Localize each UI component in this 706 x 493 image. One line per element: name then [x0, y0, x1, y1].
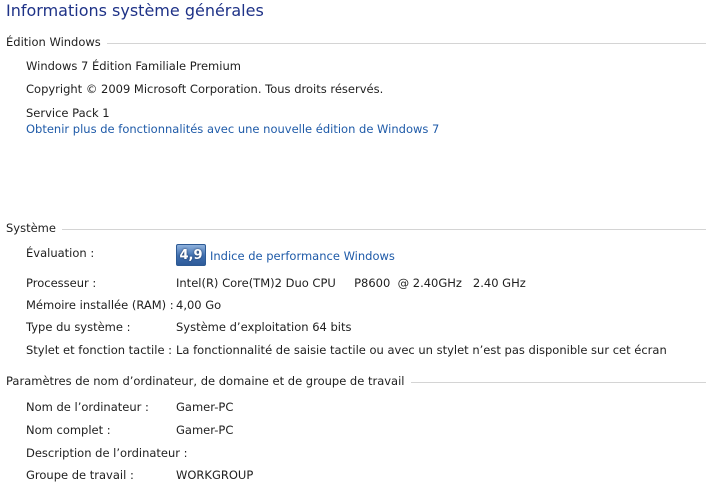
edition-header-label: Édition Windows — [6, 35, 101, 49]
system-type-value: Système d’exploitation 64 bits — [176, 320, 352, 334]
system-type-label: Type du système : — [26, 320, 131, 334]
upgrade-edition-link[interactable]: Obtenir plus de fonctionnalités avec une… — [26, 122, 439, 136]
computer-name-label: Nom de l’ordinateur : — [26, 400, 149, 414]
workgroup-value: WORKGROUP — [176, 468, 254, 482]
edition-section-header: Édition Windows — [6, 34, 706, 50]
performance-index-link[interactable]: Indice de performance Windows — [210, 249, 395, 263]
computer-header-label: Paramètres de nom d’ordinateur, de domai… — [6, 374, 405, 388]
edition-header-divider — [106, 42, 706, 44]
edition-name: Windows 7 Édition Familiale Premium — [26, 59, 241, 73]
pen-touch-value: La fonctionnalité de saisie tactile ou a… — [176, 343, 667, 357]
computer-name-value: Gamer-PC — [176, 400, 234, 414]
copyright-text: Copyright © 2009 Microsoft Corporation. … — [26, 82, 384, 96]
computer-header-divider — [410, 381, 706, 383]
performance-score-badge[interactable]: 4,9 — [176, 244, 206, 266]
pen-touch-label: Stylet et fonction tactile : — [26, 343, 173, 357]
service-pack: Service Pack 1 — [26, 106, 110, 120]
full-name-label: Nom complet : — [26, 423, 111, 437]
computer-description-label: Description de l’ordinateur : — [26, 446, 188, 460]
system-section-header: Système — [6, 220, 706, 236]
processor-value: Intel(R) Core(TM)2 Duo CPU P8600 @ 2.40G… — [176, 276, 526, 290]
memory-value: 4,00 Go — [176, 298, 222, 312]
full-name-value: Gamer-PC — [176, 423, 234, 437]
system-header-divider — [61, 228, 706, 230]
system-header-label: Système — [6, 221, 56, 235]
memory-label: Mémoire installée (RAM) : — [26, 298, 174, 312]
processor-label: Processeur : — [26, 276, 97, 290]
rating-label: Évaluation : — [26, 246, 95, 260]
computer-section-header: Paramètres de nom d’ordinateur, de domai… — [6, 373, 706, 389]
workgroup-label: Groupe de travail : — [26, 468, 134, 482]
page-title: Informations système générales — [6, 1, 264, 20]
